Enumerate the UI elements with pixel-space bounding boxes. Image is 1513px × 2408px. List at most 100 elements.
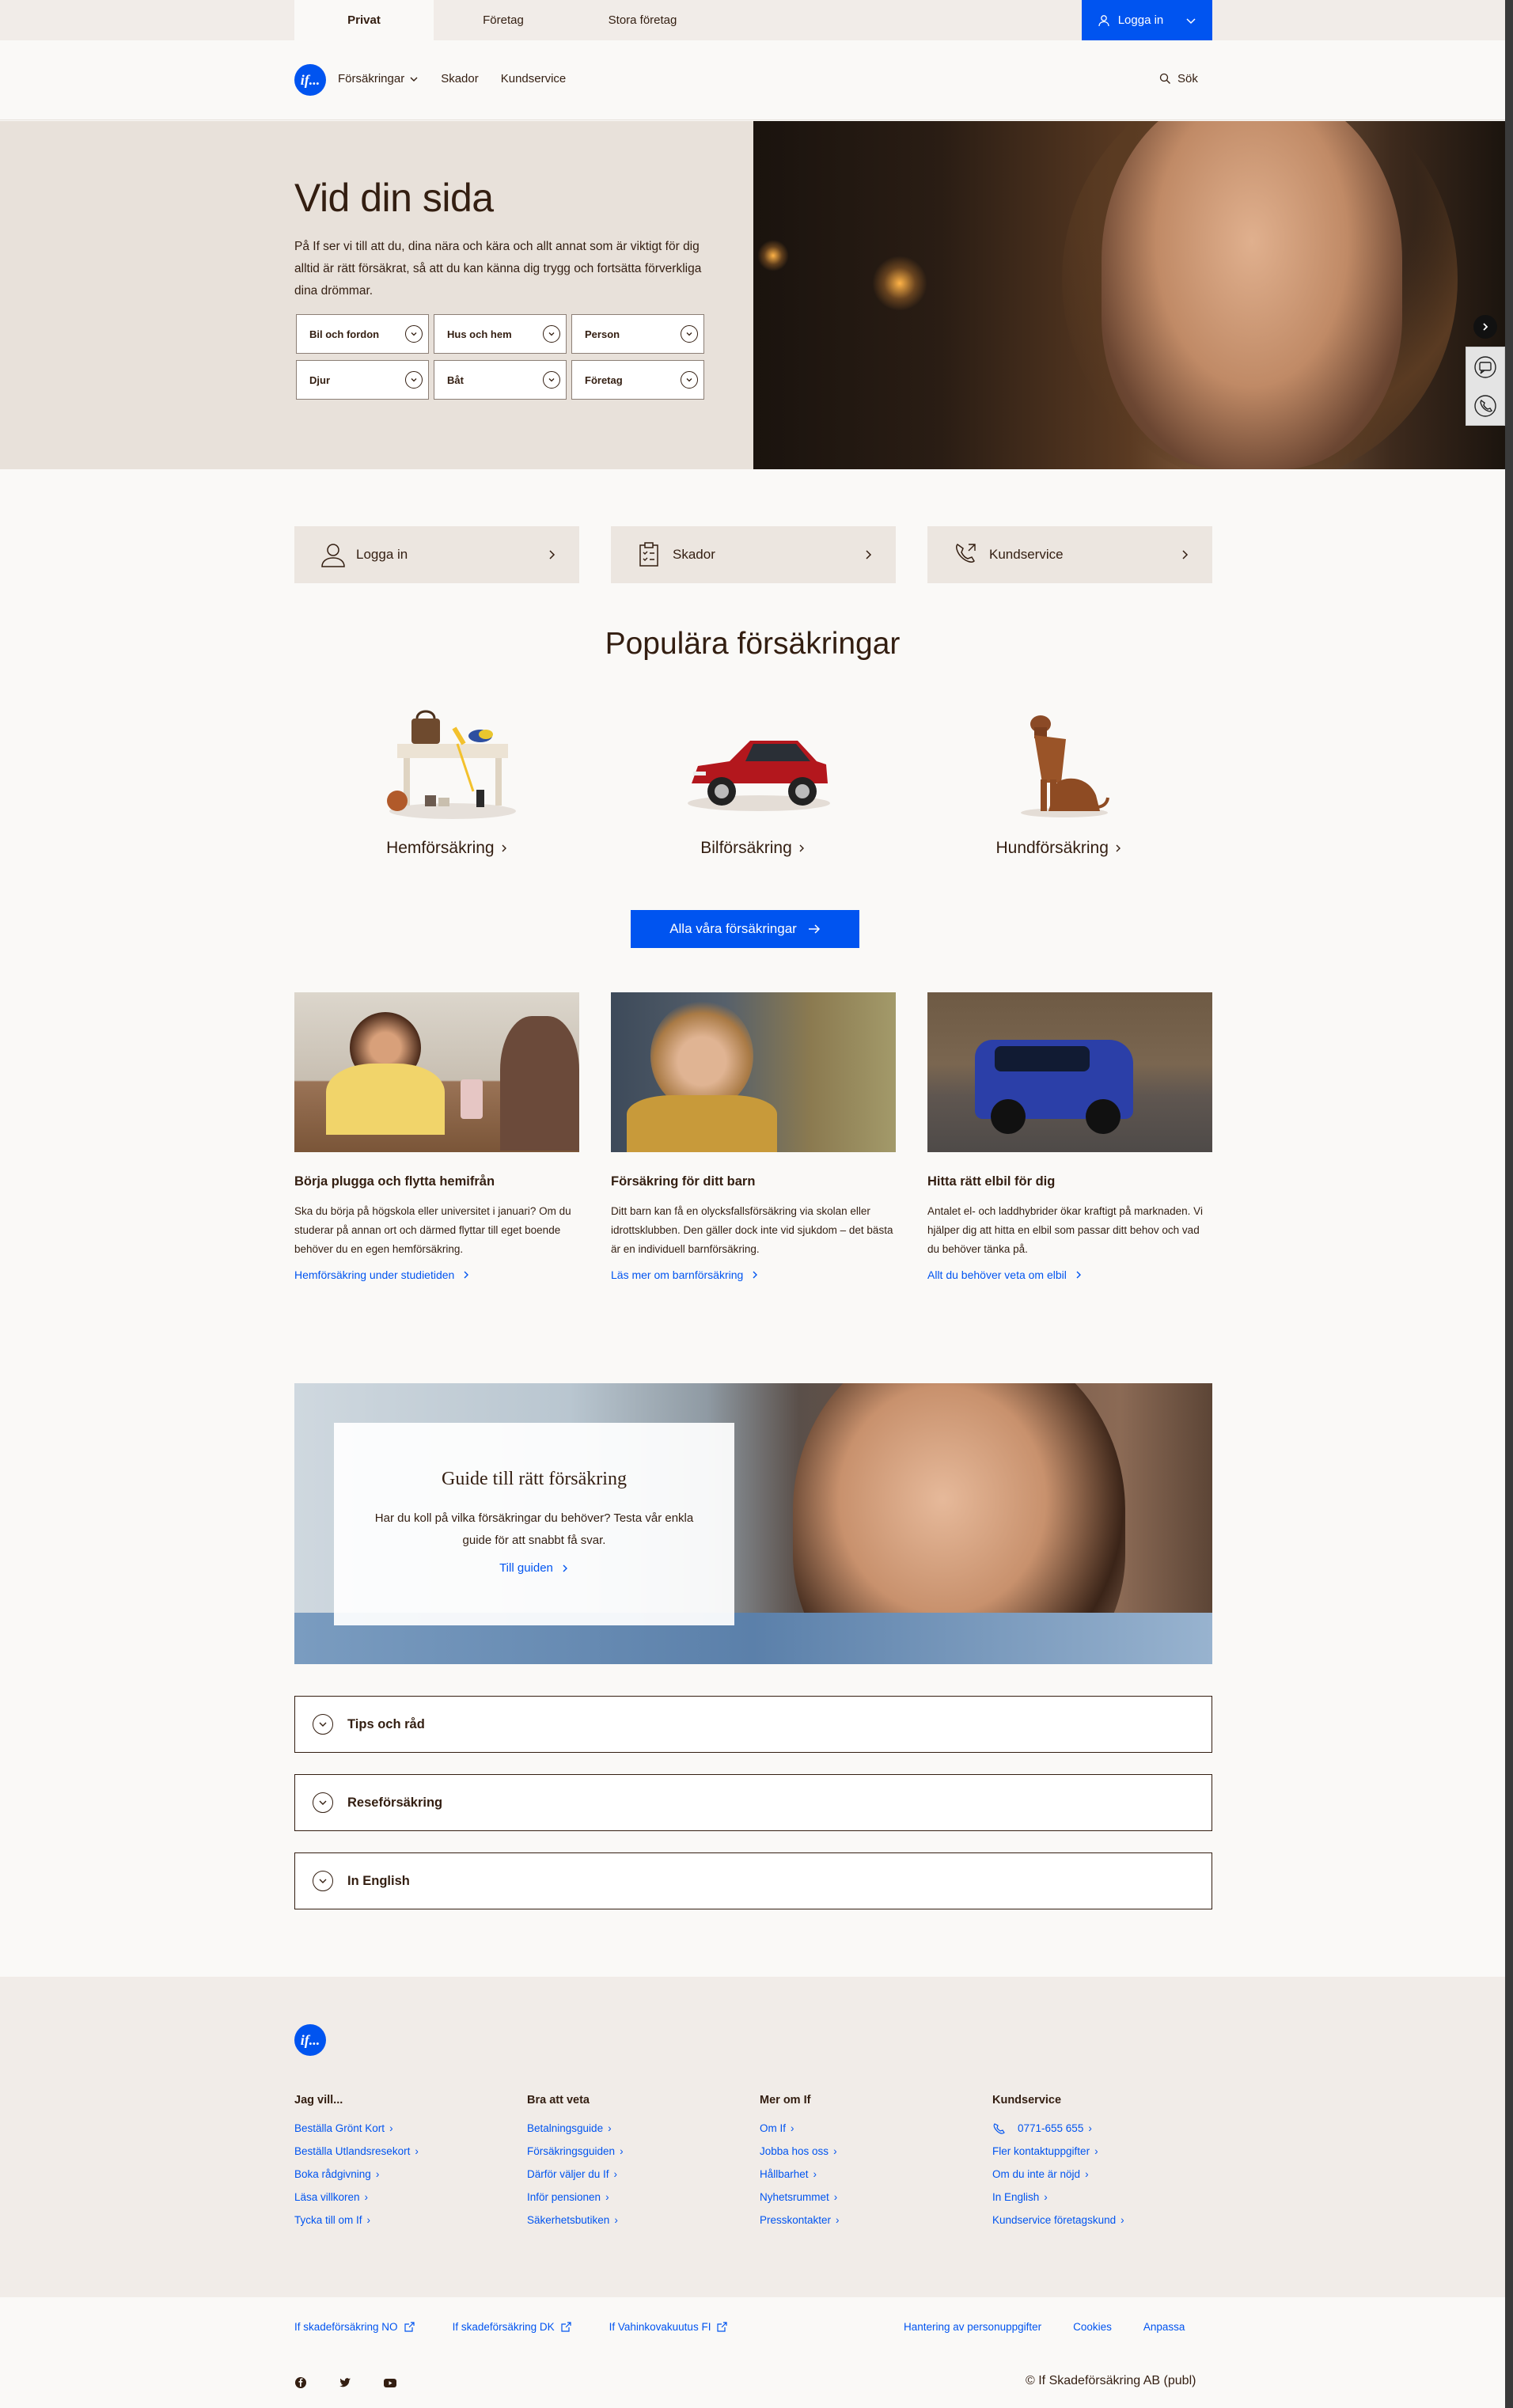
chip-label: Djur (309, 374, 330, 386)
quick-link-login[interactable]: Logga in (294, 526, 579, 583)
footer-column: Kundservice 0771-655 655 › Fler kontaktup… (992, 2094, 1225, 2237)
footer-link[interactable]: Därför väljer du If › (527, 2168, 760, 2180)
dog-illustration (906, 696, 1212, 823)
chip-djur[interactable]: Djur (296, 360, 429, 400)
chevron-down-icon (313, 1792, 333, 1813)
page: Privat Företag Stora företag Logga in if… (0, 0, 1505, 2408)
nav-claims[interactable]: Skador (441, 72, 479, 85)
footer-link[interactable]: Tycka till om If › (294, 2214, 527, 2226)
footer-link[interactable]: Kundservice företagskund › (992, 2214, 1225, 2226)
external-link[interactable]: If skadeförsäkring DK (453, 2321, 571, 2333)
legal-link-customize[interactable]: Anpassa (1143, 2321, 1185, 2333)
chevron-right-icon (502, 844, 506, 852)
segment-tabs: Privat Företag Stora företag (294, 0, 712, 40)
twitter-icon[interactable] (339, 2376, 351, 2389)
accordion-tips[interactable]: Tips och råd (294, 1696, 1212, 1753)
article-text: Ditt barn kan få en olycksfallsförsäkrin… (611, 1205, 893, 1255)
footer-link[interactable]: In English › (992, 2191, 1225, 2203)
chip-bat[interactable]: Båt (434, 360, 567, 400)
quick-link-service[interactable]: Kundservice (927, 526, 1212, 583)
article-link-label: Allt du behöver veta om elbil (927, 1268, 1067, 1281)
footer-link[interactable]: Fler kontaktuppgifter › (992, 2145, 1225, 2157)
popular-car[interactable]: Bilförsäkring (601, 696, 907, 858)
chip-person[interactable]: Person (571, 314, 704, 354)
chevron-down-icon (313, 1871, 333, 1891)
chevron-right-icon (753, 1271, 758, 1279)
footer-link-label: Om du inte är nöjd (992, 2168, 1081, 2180)
all-insurances-label: Alla våra försäkringar (669, 921, 797, 936)
legal-links: Hantering av personuppgifter Cookies Anp… (904, 2321, 1185, 2333)
footer-link[interactable]: Jobba hos oss › (760, 2145, 992, 2157)
popular-home[interactable]: Hemförsäkring (294, 696, 601, 858)
article-link[interactable]: Läs mer om barnförsäkring (611, 1268, 896, 1281)
nav-links: Försäkringar Skador Kundservice (338, 72, 566, 85)
popular-dog[interactable]: Hundförsäkring (906, 696, 1212, 858)
article-link[interactable]: Hemförsäkring under studietiden (294, 1268, 579, 1281)
tab-privat[interactable]: Privat (294, 0, 434, 40)
footer-link[interactable]: Hållbarhet › (760, 2168, 992, 2180)
chevron-right-icon[interactable] (1473, 315, 1497, 339)
youtube-icon[interactable] (383, 2376, 397, 2389)
article-text: Ska du börja på högskola eller universit… (294, 1205, 571, 1255)
footer-link[interactable]: Inför pensionen › (527, 2191, 760, 2203)
legal-link-cookies[interactable]: Cookies (1073, 2321, 1112, 2333)
phone-icon[interactable] (1473, 394, 1497, 418)
tab-foretag[interactable]: Företag (434, 0, 573, 40)
footer-link[interactable]: Om If › (760, 2122, 992, 2134)
login-button[interactable]: Logga in (1082, 0, 1212, 40)
chip-label: Båt (447, 374, 464, 386)
if-logo[interactable]: if... (294, 2024, 326, 2056)
external-link-icon (717, 2322, 728, 2332)
footer-link-label: Försäkringsguiden (527, 2145, 616, 2157)
nav-insurances[interactable]: Försäkringar (338, 72, 419, 85)
article-image-students (294, 992, 579, 1152)
footer-link[interactable]: Presskontakter › (760, 2214, 992, 2226)
article-card: Försäkring för ditt barn Ditt barn kan f… (611, 992, 896, 1281)
footer-link-label: Fler kontaktuppgifter (992, 2145, 1090, 2157)
footer-link[interactable]: 0771-655 655 › (992, 2122, 1225, 2134)
guide-title: Guide till rätt försäkring (442, 1469, 627, 1489)
social-links (294, 2376, 397, 2389)
quick-link-label: Skador (673, 547, 715, 562)
footer-link-label: Presskontakter (760, 2214, 832, 2226)
hero: Vid din sida På If ser vi till att du, d… (0, 121, 1505, 469)
footer-link[interactable]: Säkerhetsbutiken › (527, 2214, 760, 2226)
external-link[interactable]: If Vahinkovakuutus FI (609, 2321, 728, 2333)
external-link-label: If Vahinkovakuutus FI (609, 2321, 711, 2333)
chip-bil-och-fordon[interactable]: Bil och fordon (296, 314, 429, 354)
accordion-english[interactable]: In English (294, 1852, 1212, 1909)
search-button[interactable]: Sök (1159, 72, 1198, 85)
footer-link[interactable]: Nyhetsrummet › (760, 2191, 992, 2203)
footer-link[interactable]: Läsa villkoren › (294, 2191, 527, 2203)
chat-icon[interactable] (1473, 355, 1497, 379)
all-insurances-button[interactable]: Alla våra försäkringar (631, 910, 859, 948)
home-illustration (294, 696, 601, 823)
external-link-label: If skadeförsäkring DK (452, 2321, 555, 2333)
footer-link-label: Läsa villkoren (294, 2191, 360, 2203)
quick-link-claims[interactable]: Skador (611, 526, 896, 583)
footer-link[interactable]: Betalningsguide › (527, 2122, 760, 2134)
footer-link-label: Beställa Utlandsresekort (294, 2145, 411, 2157)
footer-link[interactable]: Försäkringsguiden › (527, 2145, 760, 2157)
accordion-travel[interactable]: Reseförsäkring (294, 1774, 1212, 1831)
if-logo[interactable]: if... (294, 64, 326, 96)
chip-label: Person (585, 328, 620, 340)
chip-hus-och-hem[interactable]: Hus och hem (434, 314, 567, 354)
accordion-label: Tips och råd (347, 1716, 425, 1731)
chip-label: Företag (585, 374, 623, 386)
tab-stora-foretag[interactable]: Stora företag (573, 0, 712, 40)
footer-link[interactable]: Beställa Utlandsresekort › (294, 2145, 527, 2157)
guide-link[interactable]: Till guiden (499, 1561, 569, 1575)
nav-service[interactable]: Kundservice (501, 72, 567, 85)
chip-foretag[interactable]: Företag (571, 360, 704, 400)
footer-link[interactable]: Beställa Grönt Kort › (294, 2122, 527, 2134)
footer-link[interactable]: Boka rådgivning › (294, 2168, 527, 2180)
external-link[interactable]: If skadeförsäkring NO (294, 2321, 415, 2333)
scrollbar[interactable] (1505, 0, 1513, 2408)
popular-label: Hundförsäkring (995, 839, 1122, 858)
facebook-icon[interactable] (294, 2376, 307, 2389)
article-link[interactable]: Allt du behöver veta om elbil (927, 1268, 1212, 1281)
article-image-ev (927, 992, 1212, 1152)
legal-link-privacy[interactable]: Hantering av personuppgifter (904, 2321, 1041, 2333)
footer-link[interactable]: Om du inte är nöjd › (992, 2168, 1225, 2180)
